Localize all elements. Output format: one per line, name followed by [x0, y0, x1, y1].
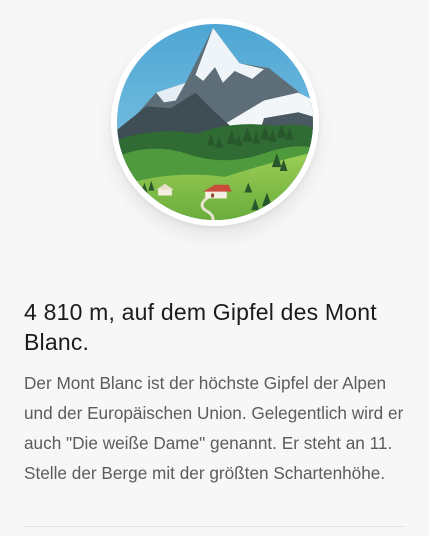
mountain-landscape-icon	[117, 24, 313, 220]
card-title: 4 810 m, auf dem Gipfel des Mont Blanc.	[24, 299, 377, 355]
mountain-fact-card: 4 810 m, auf dem Gipfel des Mont Blanc. …	[0, 0, 429, 536]
mountain-landscape-illustration	[111, 18, 319, 226]
card-description: Der Mont Blanc ist der höchste Gipfel de…	[24, 373, 404, 483]
divider	[24, 526, 405, 527]
